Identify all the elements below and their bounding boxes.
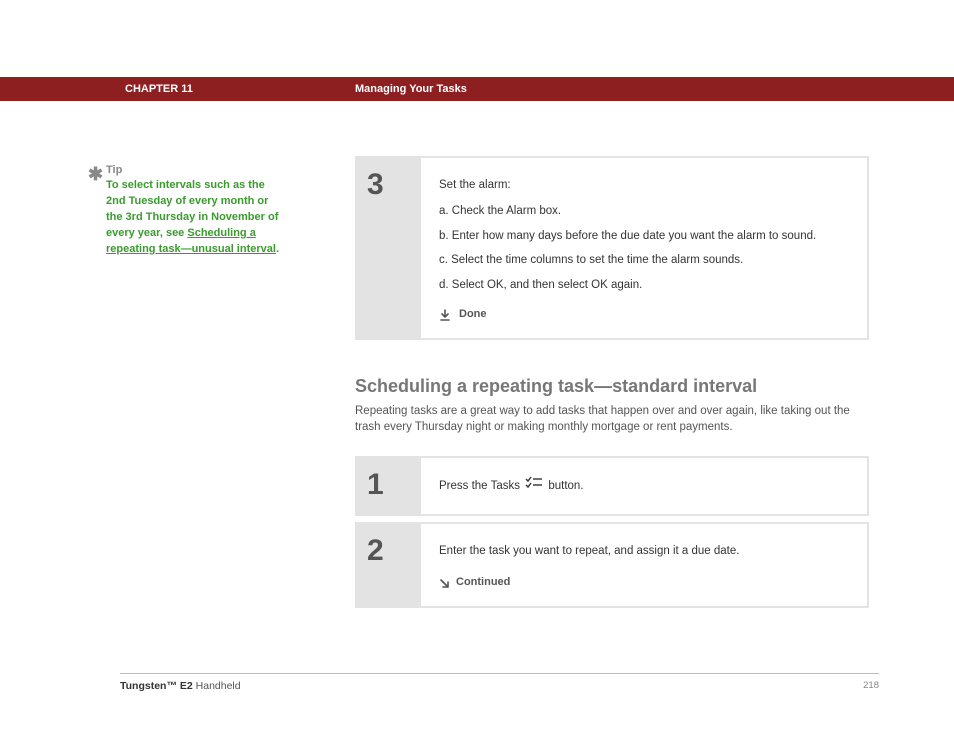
step1-text-before: Press the Tasks — [439, 480, 523, 492]
step3-item-d: d. Select OK, and then select OK again. — [439, 276, 849, 294]
section-intro: Repeating tasks are a great way to add t… — [355, 403, 869, 436]
step2-text: Enter the task you want to repeat, and a… — [439, 542, 849, 560]
tip-label: Tip — [106, 164, 286, 176]
step3-item-c: c. Select the time columns to set the ti… — [439, 251, 849, 269]
tasks-icon — [525, 476, 543, 496]
footer-divider — [120, 673, 879, 674]
footer-product-rest: Handheld — [193, 680, 241, 692]
continued-label: Continued — [456, 574, 510, 592]
footer-page-number: 218 — [863, 680, 879, 692]
step3-item-b: b. Enter how many days before the due da… — [439, 227, 849, 245]
footer-product: Tungsten™ E2 Handheld — [120, 680, 241, 692]
step3-lead: Set the alarm: — [439, 176, 849, 194]
step1-text-after: button. — [548, 480, 583, 492]
header-chapter: CHAPTER 11 — [125, 83, 193, 95]
tip-text: To select intervals such as the 2nd Tues… — [106, 178, 286, 258]
step-box-1: 1 Press the Tasks button. — [355, 456, 869, 516]
main-content: 3 Set the alarm: a. Check the Alarm box.… — [355, 156, 869, 614]
done-arrow-icon — [439, 309, 451, 321]
section-heading: Scheduling a repeating task—standard int… — [355, 376, 869, 397]
page-footer: Tungsten™ E2 Handheld 218 — [120, 680, 879, 692]
step-number-1: 1 — [357, 458, 421, 514]
step-number-2: 2 — [357, 524, 421, 606]
step-body-1: Press the Tasks button. — [421, 458, 867, 514]
step-body-3: Set the alarm: a. Check the Alarm box. b… — [421, 158, 867, 338]
step-box-2: 2 Enter the task you want to repeat, and… — [355, 522, 869, 608]
footer-product-bold: Tungsten™ E2 — [120, 680, 193, 692]
continued-row: Continued — [439, 574, 849, 592]
continued-arrow-icon — [439, 578, 450, 589]
step-box-3: 3 Set the alarm: a. Check the Alarm box.… — [355, 156, 869, 340]
step-body-2: Enter the task you want to repeat, and a… — [421, 524, 867, 606]
tip-text-after: . — [276, 243, 279, 255]
header-section-title: Managing Your Tasks — [355, 83, 467, 95]
step3-item-a: a. Check the Alarm box. — [439, 202, 849, 220]
done-row: Done — [439, 306, 849, 324]
header-band: CHAPTER 11 Managing Your Tasks — [0, 77, 954, 101]
step-number-3: 3 — [357, 158, 421, 338]
done-label: Done — [459, 306, 487, 324]
asterisk-icon: ✱ — [88, 164, 103, 185]
tip-sidebar: ✱ Tip To select intervals such as the 2n… — [106, 164, 286, 258]
